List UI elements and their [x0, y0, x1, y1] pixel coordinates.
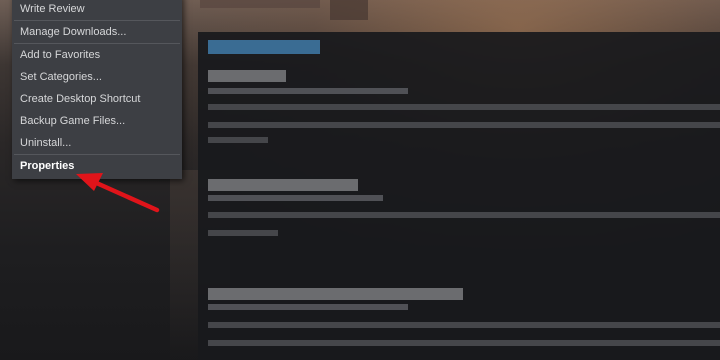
blurred-title — [208, 70, 286, 82]
menu-item-write-review[interactable]: Write Review — [12, 0, 182, 20]
blurred-text-line — [208, 340, 720, 346]
blurred-title — [208, 179, 358, 191]
menu-item-properties[interactable]: Properties — [12, 155, 182, 177]
menu-item-uninstall[interactable]: Uninstall... — [12, 132, 182, 154]
menu-item-create-desktop-shortcut[interactable]: Create Desktop Shortcut — [12, 88, 182, 110]
blurred-title — [208, 288, 463, 300]
background-ridge — [200, 0, 320, 8]
game-context-menu: Write Review Manage Downloads... Add to … — [12, 0, 182, 179]
menu-item-set-categories[interactable]: Set Categories... — [12, 66, 182, 88]
blurred-panel-header — [208, 40, 320, 54]
blurred-text-line — [208, 230, 278, 236]
menu-item-manage-downloads[interactable]: Manage Downloads... — [12, 21, 182, 43]
blurred-text-line — [208, 304, 408, 310]
menu-item-add-to-favorites[interactable]: Add to Favorites — [12, 44, 182, 66]
background-rock — [330, 0, 368, 20]
blurred-text-line — [208, 137, 268, 143]
blurred-text-line — [208, 88, 408, 94]
menu-item-backup-game-files[interactable]: Backup Game Files... — [12, 110, 182, 132]
blurred-game-details-panel — [198, 32, 720, 360]
blurred-text-line — [208, 104, 720, 110]
blurred-text-line — [208, 322, 720, 328]
blurred-text-line — [208, 195, 383, 201]
blurred-text-line — [208, 212, 720, 218]
blurred-text-line — [208, 122, 720, 128]
